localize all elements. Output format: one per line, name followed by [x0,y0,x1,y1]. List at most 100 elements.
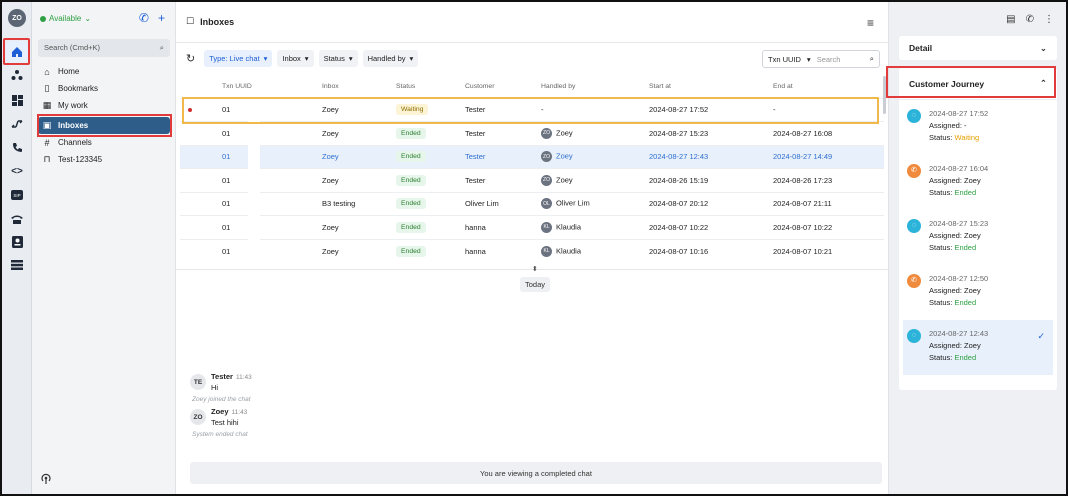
customer-cell: hanna [465,215,541,239]
contacts-icon[interactable] [9,234,25,250]
status-cell: Ended [396,168,465,192]
code-icon[interactable]: <> [9,163,25,179]
phone-icon[interactable]: ✆ [1026,14,1034,25]
inbox-cell: B3 testing [322,191,396,216]
message-time: 11:43 [235,374,252,381]
sidebar-item-test-channel[interactable]: ⊓ Test-123345 [38,151,170,168]
table-row[interactable]: 01 Zoey Ended Tester ZO Zoey 2024-08-27 1… [180,144,884,169]
journey-item[interactable]: ✆ 2024-08-27 16:04 Assigned: Zoey Status… [899,155,1057,210]
table-row[interactable]: 01 Zoey Ended Tester ZO Zoey 2024-08-27 1… [180,121,884,145]
dashboard-icon[interactable] [9,92,25,108]
journey-status: Ended [954,243,977,252]
availability-label: Available [49,14,82,23]
check-icon: ✓ [1037,331,1045,341]
inbox-square-icon: ☐ [186,16,195,26]
inbox-cell: Zoey [322,215,396,239]
status-badge: Ended [396,245,426,257]
plus-icon[interactable]: + [158,11,165,25]
journey-date: 2024-08-27 16:04 [929,164,989,173]
type-filter[interactable]: Type: Live chat ▾ [204,50,273,67]
caret-icon: ▾ [263,54,268,63]
handled-by-cell: ZO Zoey [541,144,649,169]
column-header[interactable]: Inbox [322,76,396,98]
column-header[interactable]: Customer [465,76,541,98]
status-label: Status: [929,243,955,252]
cell-overlay [248,118,260,268]
status-badge: Ended [396,221,426,233]
journey-item[interactable]: ✆ 2024-08-27 12:50 Assigned: Zoey Status… [899,265,1057,320]
inbox-filter[interactable]: Inbox ▾ [277,50,314,67]
avatar: ZO [541,151,552,163]
column-header[interactable]: Handled by [541,76,649,98]
journey-item[interactable]: ◌ 2024-08-27 12:43 Assigned: Zoey Status… [903,320,1053,375]
calendar-icon: ▦ [42,100,52,110]
detail-section[interactable]: Detail ⌄ [899,36,1057,60]
status-badge: Ended [396,151,426,163]
availability-dropdown[interactable]: Available ⌄ [40,14,91,23]
chat-bubble-icon: ◌ [907,219,921,233]
end-at-cell: 2024-08-27 14:49 [773,144,884,169]
home-icon[interactable] [6,41,28,63]
status-filter[interactable]: Status ▾ [318,50,358,67]
phone-icon: ✆ [907,164,921,178]
sidebar-item-my-work[interactable]: ▦ My work [38,97,170,114]
resize-handle-icon[interactable]: ⬍ [532,265,538,273]
filter-bar: ↻ Type: Live chat ▾ Inbox ▾ Status ▾ Handle… [186,50,419,67]
phone-icon: ✆ [907,274,921,288]
journey-date: 2024-08-27 15:23 [929,219,989,228]
section-title: Detail [909,43,933,53]
more-icon[interactable]: ⋮ [1044,14,1054,25]
transfer-icon[interactable] [9,116,25,132]
search-field-select[interactable]: Txn UUID [768,55,801,64]
sidebar-item-label: Home [58,67,80,76]
sidebar-item-home[interactable]: ⌂ Home [38,63,170,80]
telephone-icon[interactable] [9,211,25,227]
txn-search-input[interactable]: Search [817,55,864,64]
sidebar-item-label: Test-123345 [58,155,103,164]
avatar[interactable]: ZO [8,9,26,27]
txn-uuid-cell: 01 [222,215,322,239]
customer-cell: Tester [465,168,541,192]
refresh-icon[interactable]: ↻ [186,52,195,65]
table-row[interactable]: 01 Zoey Ended hanna KL Klaudia 2024-08-07… [180,215,884,239]
handled-by-cell: KL Klaudia [541,238,649,263]
handled-by-cell: ZO Zoey [541,168,649,192]
column-header[interactable]: Start at [649,76,773,98]
status-dot-icon [40,15,46,22]
txn-search[interactable]: Txn UUID ▾ Search ⌕ [762,50,880,68]
menu-icon[interactable]: ≡ [867,16,874,30]
list-icon[interactable] [9,257,25,273]
end-at-cell: 2024-08-07 10:22 [773,215,884,239]
start-at-cell: 2024-08-07 10:16 [649,238,773,263]
page-title-text: Inboxes [200,16,235,27]
journey-item[interactable]: ◌ 2024-08-27 15:23 Assigned: Zoey Status… [899,210,1057,265]
divider [176,42,888,43]
highlight-box [886,66,1056,98]
sender-name: Zoey [211,407,229,416]
txn-uuid-cell: 01 [222,191,322,216]
notes-icon[interactable]: ▤ [1006,14,1015,25]
journey-item[interactable]: ◌ 2024-08-27 17:52 Assigned: - Status: W… [899,100,1057,155]
status-label: Status: [929,188,955,197]
date-separator: Today [520,277,551,292]
search-input[interactable]: Search (Cmd+K) ⌕ [38,39,170,57]
secondary-sidebar: Available ⌄ ✆ + Search (Cmd+K) ⌕ ⌂ Home … [32,2,176,494]
broadcast-icon[interactable] [40,473,52,488]
team-icon[interactable] [9,67,25,83]
handled-by-filter[interactable]: Handled by ▾ [362,50,419,67]
table-row[interactable]: 01 Zoey Ended hanna KL Klaudia 2024-08-07… [180,238,884,263]
sidebar-item-label: My work [58,101,88,110]
table-row[interactable]: 01 Zoey Ended Tester ZO Zoey 2024-08-26 1… [180,168,884,192]
column-header[interactable]: End at [773,76,884,98]
call-icon[interactable]: ✆ [139,11,149,25]
avatar: ZO [190,409,206,425]
sidebar-item-bookmarks[interactable]: ▯ Bookmarks [38,80,170,97]
table-row[interactable]: 01 B3 testing Ended Oliver Lim OL Oliver … [180,191,884,216]
row-highlight-box [182,97,879,124]
column-header[interactable]: Txn UUID [222,76,322,98]
caret-icon: ▾ [304,54,309,63]
column-header[interactable]: Status [396,76,465,98]
phone-icon[interactable] [9,139,25,155]
sidebar-item-label: Channels [58,138,92,147]
sip-icon[interactable]: SIP [9,187,25,203]
